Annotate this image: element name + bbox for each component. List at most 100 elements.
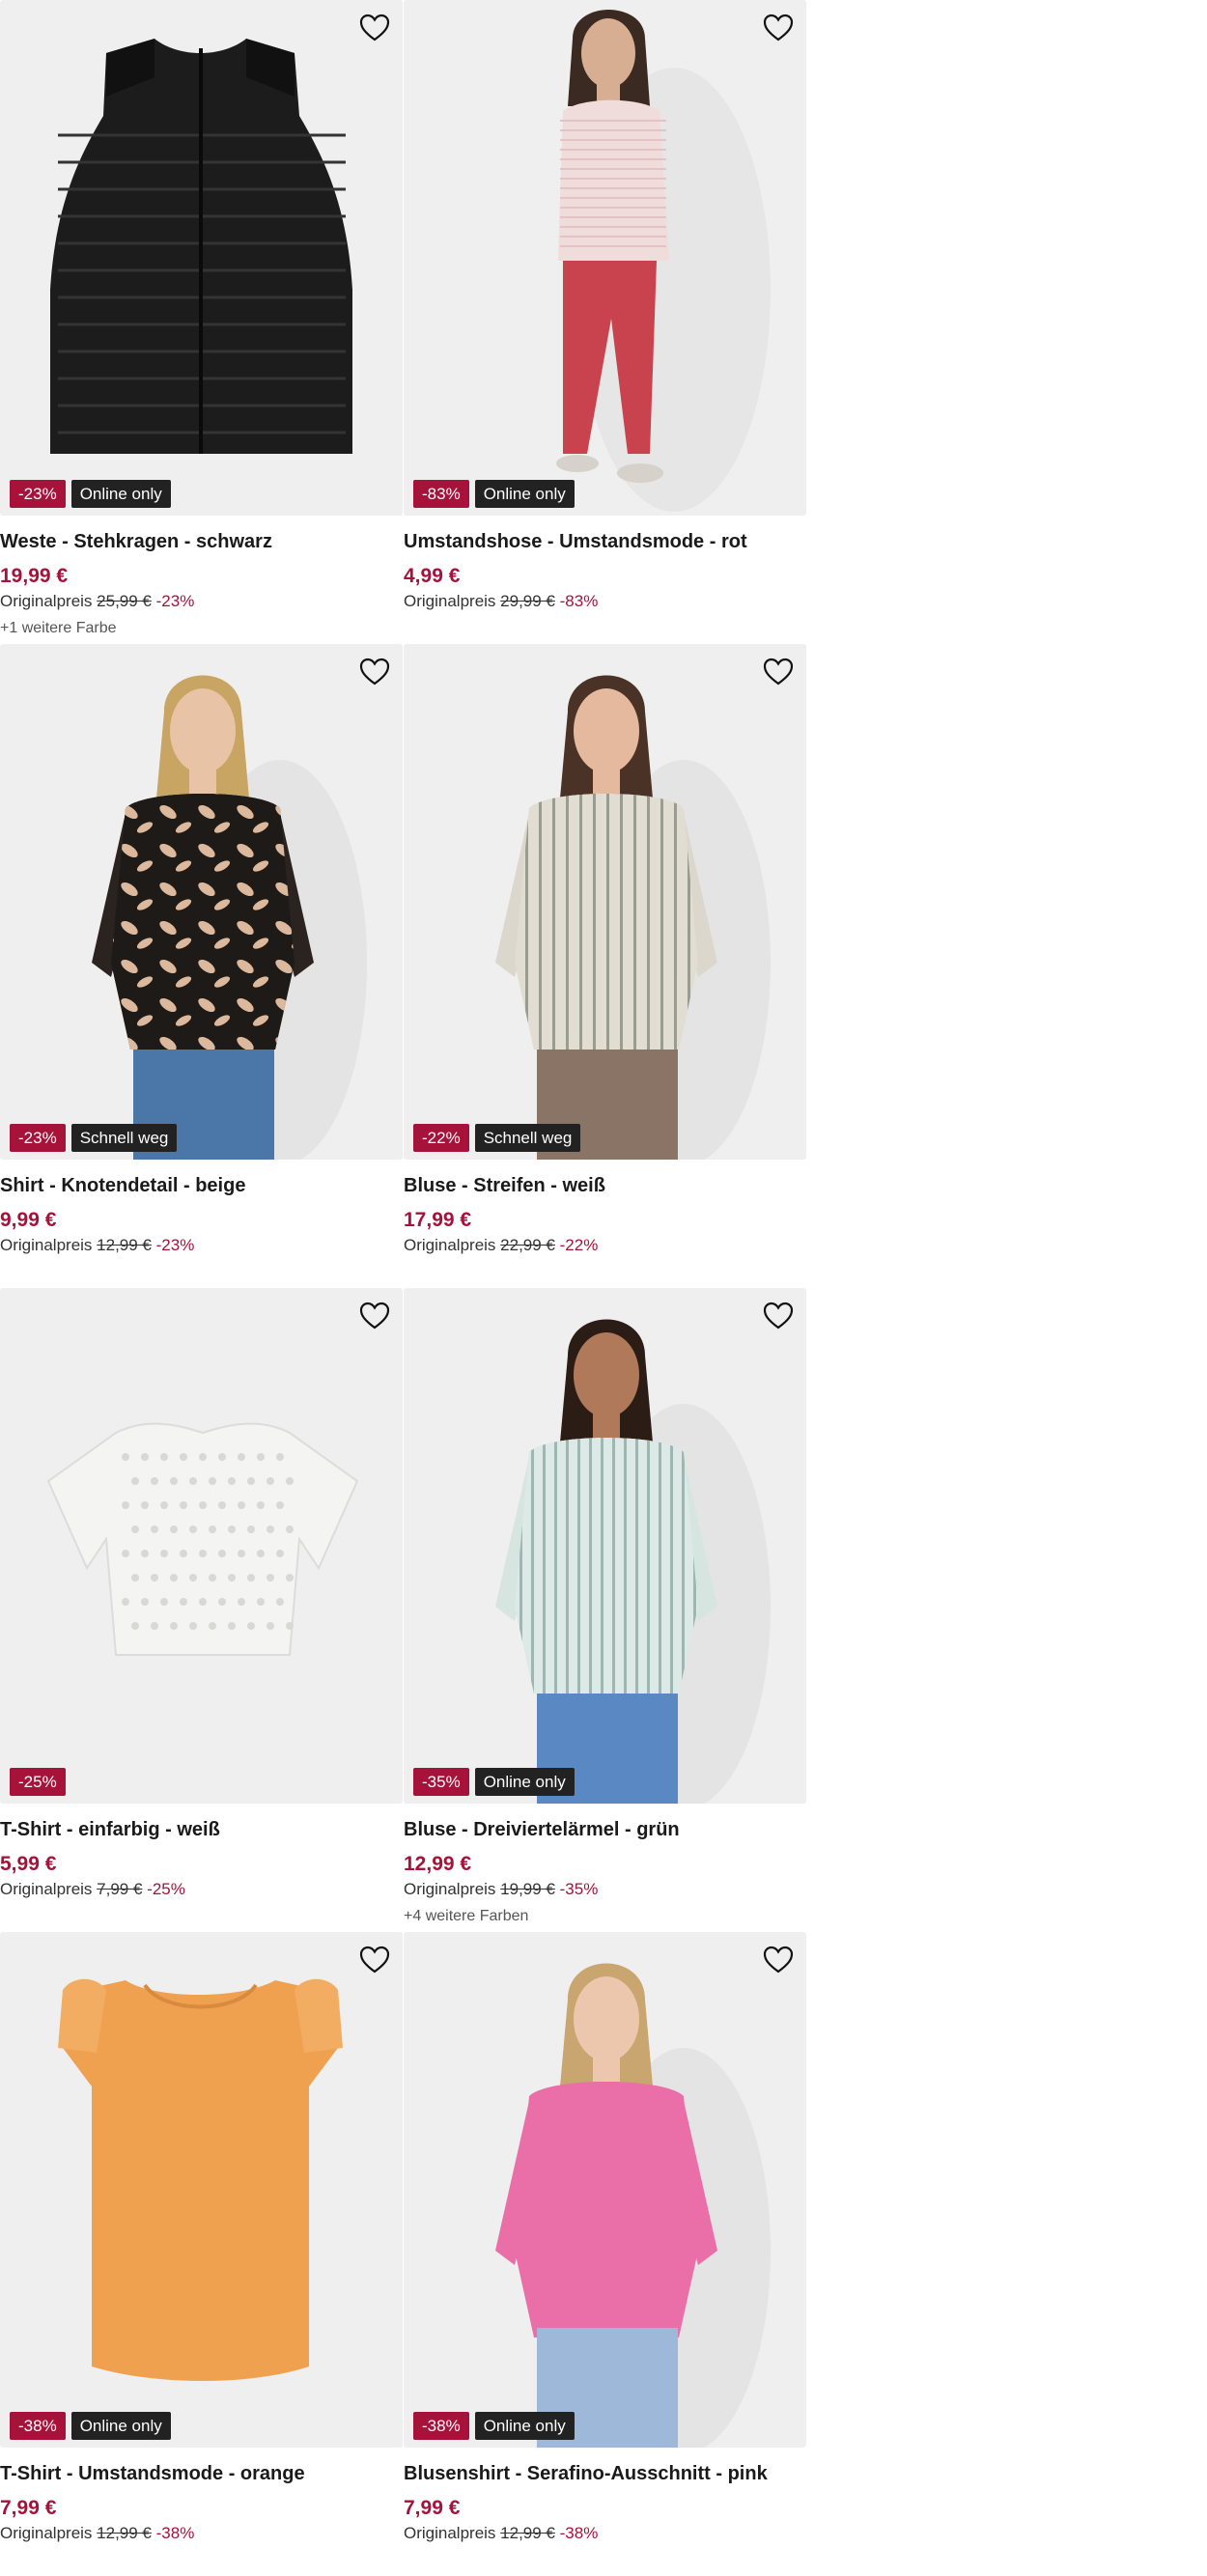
promo-badge: Schnell weg <box>474 1124 581 1152</box>
wishlist-heart-icon[interactable] <box>762 12 795 44</box>
original-price-line: Originalpreis 7,99 € -25% <box>0 1880 185 1899</box>
promo-badge: Online only <box>70 2412 171 2440</box>
discount-percent: -83% <box>559 592 599 610</box>
original-price: 19,99 € <box>500 1880 555 1898</box>
model-pink-blouse-image <box>495 1963 771 2448</box>
badge-group: -38% Online only <box>10 2412 171 2440</box>
product-card[interactable]: -23% Online only Weste - Stehkragen - sch… <box>0 0 403 644</box>
original-price-label: Originalpreis <box>404 2524 496 2542</box>
model-striped-blouse-image <box>495 675 771 1160</box>
original-price: 29,99 € <box>500 592 555 610</box>
promo-badge: Online only <box>474 480 575 508</box>
discount-badge: -22% <box>413 1124 469 1152</box>
original-price-line: Originalpreis 19,99 € -35% <box>404 1880 598 1899</box>
wishlist-heart-icon[interactable] <box>762 1300 795 1332</box>
sale-price: 17,99 € <box>404 1209 472 1231</box>
wishlist-heart-icon[interactable] <box>762 1944 795 1976</box>
promo-badge: Online only <box>70 480 171 508</box>
product-image[interactable]: -23% Schnell weg <box>0 644 403 1160</box>
discount-percent: -23% <box>155 1236 195 1254</box>
discount-badge: -23% <box>10 480 66 508</box>
discount-badge: -23% <box>10 1124 66 1152</box>
product-card[interactable]: -38% Online only T-Shirt - Umstandsmode -… <box>0 1932 403 2576</box>
sale-price: 4,99 € <box>404 565 461 587</box>
product-title[interactable]: T-Shirt - einfarbig - weiß <box>0 1819 220 1841</box>
original-price-label: Originalpreis <box>404 1880 496 1898</box>
original-price-label: Originalpreis <box>0 2524 93 2542</box>
product-image[interactable]: -83% Online only <box>404 0 806 516</box>
black-puffer-vest-image <box>50 39 352 454</box>
original-price: 7,99 € <box>97 1880 143 1898</box>
discount-percent: -38% <box>155 2524 195 2542</box>
badge-group: -35% Online only <box>413 1768 575 1796</box>
discount-badge: -38% <box>413 2412 469 2440</box>
discount-percent: -23% <box>155 592 195 610</box>
badge-group: -23% Schnell weg <box>10 1124 178 1152</box>
product-image[interactable]: -25% <box>0 1288 403 1804</box>
sale-price: 19,99 € <box>0 565 69 587</box>
sale-price: 7,99 € <box>0 2497 57 2519</box>
badge-group: -23% Online only <box>10 480 171 508</box>
badge-group: -22% Schnell weg <box>413 1124 581 1152</box>
wishlist-heart-icon[interactable] <box>358 12 391 44</box>
original-price-label: Originalpreis <box>0 1236 93 1254</box>
promo-badge: Schnell weg <box>70 1124 178 1152</box>
model-red-maternity-trousers-image <box>556 10 771 512</box>
white-lace-tshirt-image <box>46 1422 359 1656</box>
product-card[interactable]: -35% Online only Bluse - Dreiviertelärmel… <box>404 1288 806 1932</box>
more-colors-link[interactable]: +4 weitere Farben <box>404 1908 528 1925</box>
discount-percent: -22% <box>559 1236 599 1254</box>
orange-ruffle-tshirt-image <box>58 1978 343 2381</box>
sale-price: 5,99 € <box>0 1853 57 1875</box>
original-price-line: Originalpreis 22,99 € -22% <box>404 1236 598 1255</box>
original-price: 22,99 € <box>500 1236 555 1254</box>
original-price-line: Originalpreis 29,99 € -83% <box>404 592 598 611</box>
product-title[interactable]: Umstandshose - Umstandsmode - rot <box>404 531 747 553</box>
product-card[interactable]: -22% Schnell weg Bluse - Streifen - weiß … <box>404 644 806 1288</box>
more-colors-link[interactable]: +1 weitere Farbe <box>0 620 117 637</box>
product-card[interactable]: -38% Online only Blusenshirt - Serafino-A… <box>404 1932 806 2576</box>
wishlist-heart-icon[interactable] <box>762 656 795 688</box>
wishlist-heart-icon[interactable] <box>358 656 391 688</box>
sale-price: 12,99 € <box>404 1853 472 1875</box>
original-price: 12,99 € <box>97 2524 152 2542</box>
product-card[interactable]: -25% T-Shirt - einfarbig - weiß 5,99 € O… <box>0 1288 403 1932</box>
wishlist-heart-icon[interactable] <box>358 1944 391 1976</box>
model-leaf-print-shirt-image <box>92 675 367 1160</box>
original-price: 25,99 € <box>97 592 152 610</box>
discount-percent: -38% <box>559 2524 599 2542</box>
original-price-label: Originalpreis <box>0 592 93 610</box>
original-price-line: Originalpreis 12,99 € -38% <box>0 2524 194 2543</box>
product-image[interactable]: -35% Online only <box>404 1288 806 1804</box>
original-price-label: Originalpreis <box>404 1236 496 1254</box>
original-price-label: Originalpreis <box>404 592 496 610</box>
discount-badge: -38% <box>10 2412 66 2440</box>
product-title[interactable]: Blusenshirt - Serafino-Ausschnitt - pink <box>404 2463 768 2485</box>
model-green-striped-blouse-image <box>495 1319 771 1804</box>
product-title[interactable]: Shirt - Knotendetail - beige <box>0 1175 245 1197</box>
promo-badge: Online only <box>474 1768 575 1796</box>
product-title[interactable]: Weste - Stehkragen - schwarz <box>0 531 272 553</box>
discount-percent: -25% <box>147 1880 185 1898</box>
wishlist-heart-icon[interactable] <box>358 1300 391 1332</box>
product-title[interactable]: T-Shirt - Umstandsmode - orange <box>0 2463 305 2485</box>
discount-badge: -25% <box>10 1768 66 1796</box>
discount-percent: -35% <box>559 1880 599 1898</box>
product-title[interactable]: Bluse - Streifen - weiß <box>404 1175 605 1197</box>
promo-badge: Online only <box>474 2412 575 2440</box>
original-price-line: Originalpreis 25,99 € -23% <box>0 592 194 611</box>
product-image[interactable]: -22% Schnell weg <box>404 644 806 1160</box>
product-image[interactable]: -23% Online only <box>0 0 403 516</box>
discount-badge: -35% <box>413 1768 469 1796</box>
product-card[interactable]: -83% Online only Umstandshose - Umstandsm… <box>404 0 806 644</box>
badge-group: -83% Online only <box>413 480 575 508</box>
product-image[interactable]: -38% Online only <box>404 1932 806 2448</box>
product-title[interactable]: Bluse - Dreiviertelärmel - grün <box>404 1819 680 1841</box>
sale-price: 9,99 € <box>0 1209 57 1231</box>
product-image[interactable]: -38% Online only <box>0 1932 403 2448</box>
sale-price: 7,99 € <box>404 2497 461 2519</box>
original-price-label: Originalpreis <box>0 1880 93 1898</box>
original-price: 12,99 € <box>97 1236 152 1254</box>
product-card[interactable]: -23% Schnell weg Shirt - Knotendetail - b… <box>0 644 403 1288</box>
discount-badge: -83% <box>413 480 469 508</box>
